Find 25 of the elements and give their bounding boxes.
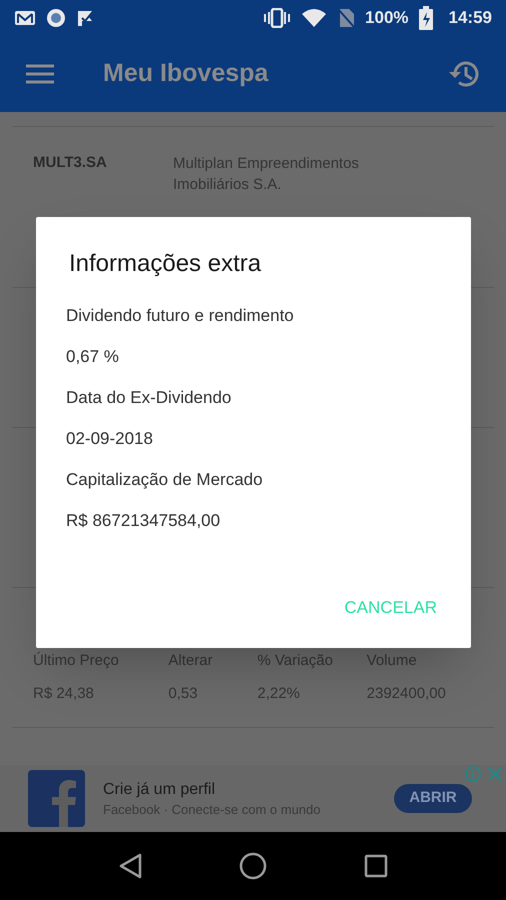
dialog-title: Informações extra — [69, 249, 262, 279]
info-text: Capitalização de Mercado — [66, 469, 263, 491]
info-text: Data do Ex-Dividendo — [66, 387, 232, 409]
battery-charging-icon — [418, 6, 433, 30]
mail-icon — [14, 9, 36, 27]
wifi-icon — [301, 8, 328, 28]
home-icon[interactable] — [238, 852, 267, 880]
info-text: R$ 86721347584,00 — [66, 510, 220, 532]
recents-icon[interactable] — [364, 854, 388, 878]
open-button[interactable]: ABRIR — [394, 784, 472, 813]
battery-percent: 100% — [365, 7, 409, 30]
info-text: 0,67 % — [66, 346, 119, 368]
vibrate-icon — [263, 8, 292, 28]
circle-icon — [46, 8, 66, 28]
app-title: Meu Ibovespa — [103, 58, 270, 90]
menu-icon[interactable] — [26, 64, 54, 84]
ad-title: Crie já um perfil — [103, 780, 216, 800]
no-sim-icon — [337, 8, 356, 28]
clock: 14:59 — [448, 7, 492, 30]
back-icon[interactable] — [118, 853, 142, 879]
info-text: 02-09-2018 — [66, 428, 153, 450]
history-icon[interactable] — [448, 59, 480, 89]
facebook-logo-icon — [28, 770, 85, 827]
ticker-symbol: MULT3.SA — [33, 153, 108, 173]
info-text: Dividendo futuro e rendimento — [66, 305, 294, 327]
